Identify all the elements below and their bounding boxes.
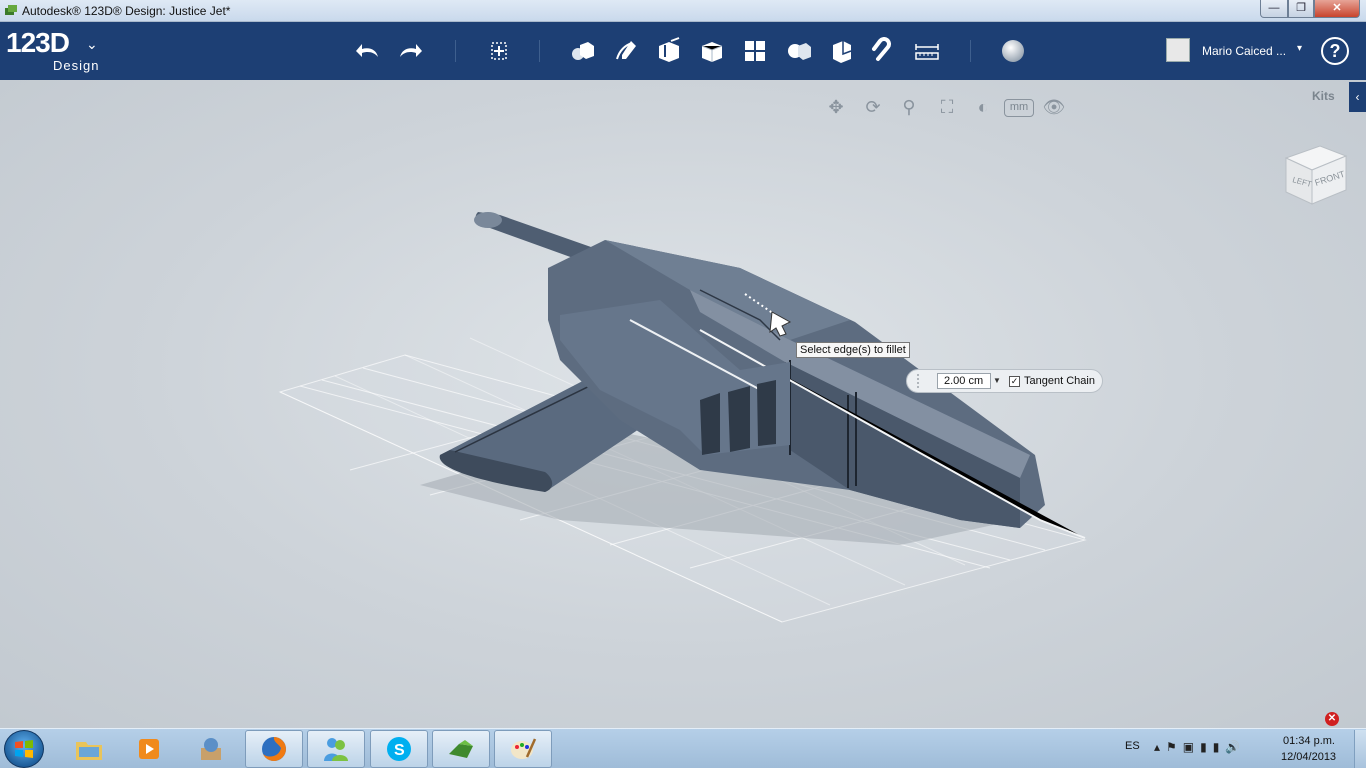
start-button[interactable] (4, 730, 44, 768)
svg-text:S: S (394, 742, 405, 759)
fit-icon[interactable]: ⛶ (934, 94, 960, 120)
pattern-icon (745, 41, 765, 61)
toolbar-separator (455, 40, 456, 62)
primitives-button[interactable] (565, 34, 599, 68)
fillet-radius-input[interactable]: 2.00 cm (937, 373, 991, 389)
taskbar-media-player[interactable] (120, 730, 178, 768)
combine-icon (833, 41, 852, 63)
close-button[interactable]: ✕ (1314, 0, 1360, 18)
paint-icon (511, 738, 537, 759)
system-tray-icons[interactable]: ▴⚑▣▮▮🔊 (1154, 740, 1246, 754)
scene-canvas[interactable] (0, 80, 1366, 728)
taskbar-paint[interactable] (494, 730, 552, 768)
units-toggle[interactable]: mm (1004, 99, 1034, 117)
app-menu-logo[interactable]: 123D ⌄ Design (6, 27, 98, 74)
toolbar-separator (970, 40, 971, 62)
material-sphere-icon (1002, 40, 1024, 62)
transform-button[interactable] (482, 34, 516, 68)
undo-button[interactable] (351, 34, 385, 68)
construct-icon (659, 37, 680, 62)
logo-text: 123D (6, 27, 70, 58)
material-button[interactable] (996, 34, 1030, 68)
modify-button[interactable] (695, 34, 729, 68)
maximize-button[interactable]: ❐ (1288, 0, 1314, 18)
snap-icon (872, 37, 891, 61)
tangent-chain-label: Tangent Chain (1024, 375, 1095, 387)
zoom-icon[interactable]: ⚲ (896, 94, 922, 120)
drag-handle-icon[interactable] (917, 374, 925, 388)
undo-icon (356, 44, 378, 57)
123d-design-icon (449, 740, 473, 758)
archive-icon (201, 738, 221, 760)
skype-icon: S (387, 737, 411, 761)
firefox-icon (262, 737, 286, 761)
chevron-down-icon: ⌄ (86, 36, 98, 52)
taskbar-explorer[interactable] (60, 730, 118, 768)
fillet-tooltip: Select edge(s) to fillet (796, 342, 910, 358)
taskbar-123d-design[interactable] (432, 730, 490, 768)
folder-icon (76, 742, 102, 760)
windows-logo-icon (15, 740, 33, 758)
help-button[interactable]: ? (1321, 37, 1349, 65)
transform-icon (491, 42, 507, 60)
group-icon (788, 43, 811, 60)
taskbar-firefox[interactable] (245, 730, 303, 768)
kits-label[interactable]: Kits (1312, 89, 1335, 103)
windows-taskbar: S ES ▴⚑▣▮▮🔊 01:34 p.m. 12/04/2013 (0, 728, 1366, 768)
pan-icon[interactable]: ✥ (823, 94, 849, 120)
window-title: Autodesk® 123D® Design: Justice Jet* (22, 4, 231, 18)
measure-button[interactable] (910, 34, 944, 68)
app-icon (4, 4, 18, 17)
redo-icon (400, 44, 422, 57)
construct-button[interactable] (652, 34, 686, 68)
app-toolbar: 123D ⌄ Design Mario Caiced ... ▾ ? (0, 22, 1366, 80)
fillet-options-bar: 2.00 cm ▼ ✓ Tangent Chain (906, 369, 1103, 393)
chevron-down-icon[interactable]: ▼ (991, 373, 1003, 389)
language-indicator[interactable]: ES (1125, 740, 1140, 752)
taskbar-skype[interactable]: S (370, 730, 428, 768)
user-menu-caret-icon[interactable]: ▾ (1297, 43, 1302, 54)
sketch-icon (616, 41, 636, 60)
redo-button[interactable] (393, 34, 427, 68)
orbit-icon[interactable]: ⟳ (860, 94, 886, 120)
visibility-eye-icon[interactable]: 👁 (1041, 94, 1067, 120)
taskbar-messenger[interactable] (307, 730, 365, 768)
kits-panel-toggle[interactable]: ‹ (1349, 82, 1366, 112)
toolbar-separator (539, 40, 540, 62)
close-notification-icon[interactable]: ✕ (1325, 712, 1339, 726)
3d-viewport[interactable]: ✥ ⟳ ⚲ ⛶ ◐ mm 👁 Kits ‹ LEFT FRONT Select … (0, 80, 1366, 728)
visual-style-icon[interactable]: ◐ (970, 94, 996, 120)
combine-button[interactable] (824, 34, 858, 68)
view-cube[interactable]: LEFT FRONT (1280, 142, 1352, 214)
pattern-button[interactable] (738, 34, 772, 68)
group-button[interactable] (781, 34, 815, 68)
taskbar-archive[interactable] (182, 730, 240, 768)
messenger-icon (324, 738, 348, 761)
clock-time[interactable]: 01:34 p.m. (1283, 735, 1335, 747)
sketch-button[interactable] (609, 34, 643, 68)
snap-button[interactable] (867, 34, 901, 68)
window-title-bar: Autodesk® 123D® Design: Justice Jet* — ❐… (0, 0, 1366, 22)
measure-icon (915, 44, 939, 60)
minimize-button[interactable]: — (1260, 0, 1288, 18)
clock-date[interactable]: 12/04/2013 (1281, 751, 1336, 763)
primitives-icon (572, 42, 594, 60)
avatar[interactable] (1166, 38, 1190, 62)
modify-icon (701, 42, 723, 62)
logo-subtitle: Design (53, 58, 100, 73)
tangent-chain-checkbox[interactable]: ✓ (1009, 376, 1020, 387)
show-desktop-button[interactable] (1354, 730, 1366, 768)
media-player-icon (139, 739, 159, 759)
user-name[interactable]: Mario Caiced ... (1202, 44, 1286, 58)
